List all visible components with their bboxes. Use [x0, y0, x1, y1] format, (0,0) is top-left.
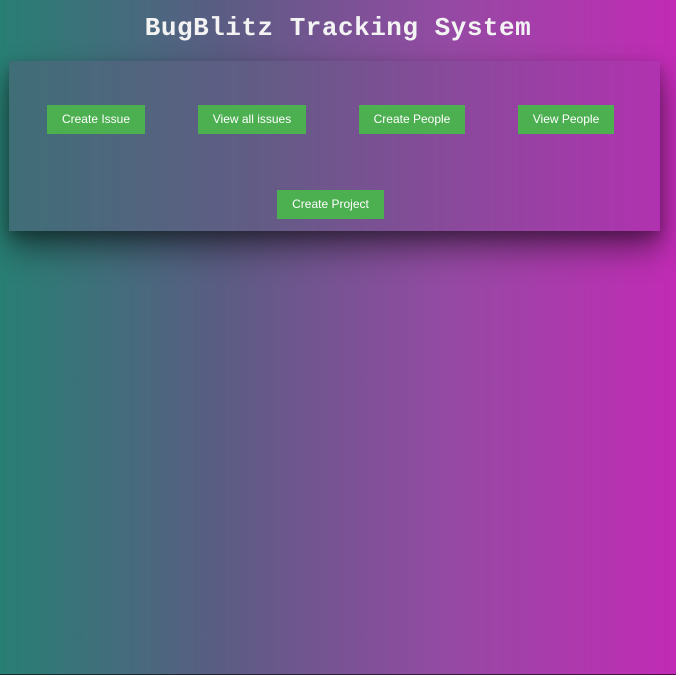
navigation-panel: Create Issue View all issues Create Peop…: [9, 61, 660, 231]
view-people-button[interactable]: View People: [518, 105, 614, 134]
page-title: BugBlitz Tracking System: [144, 13, 532, 43]
create-people-button[interactable]: Create People: [359, 105, 465, 134]
create-project-button[interactable]: Create Project: [277, 190, 384, 219]
create-issue-button[interactable]: Create Issue: [47, 105, 145, 134]
view-all-issues-button[interactable]: View all issues: [198, 105, 306, 134]
